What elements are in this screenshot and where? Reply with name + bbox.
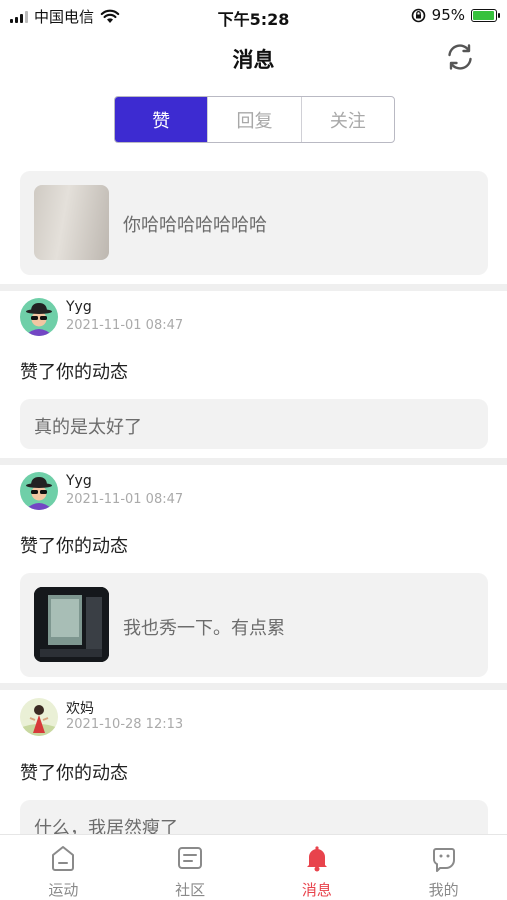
list-item[interactable]: Yyg 2021-11-01 08:47 赞了你的动态 真的是太好了 — [0, 291, 507, 458]
nav-item-mine[interactable]: 我的 — [380, 835, 507, 900]
action-text: 赞了你的动态 — [20, 362, 128, 383]
username[interactable]: Yyg — [66, 299, 92, 315]
home-icon — [52, 846, 75, 871]
username[interactable]: Yyg — [66, 473, 92, 489]
nav-item-messages[interactable]: 消息 — [254, 835, 381, 900]
quoted-post[interactable]: 我也秀一下。有点累 — [20, 573, 488, 677]
nav-label: 消息 — [301, 881, 332, 899]
tab-likes[interactable]: 赞 — [115, 97, 208, 142]
signal-icon — [10, 10, 28, 23]
nav-item-sport[interactable]: 运动 — [0, 835, 127, 900]
list-item[interactable]: 欢妈 2021-10-28 12:13 赞了你的动态 什么，我居然瘦了 — [0, 690, 507, 834]
page-title: 消息 — [232, 48, 275, 72]
bottom-nav: 运动 社区 消息 我的 — [0, 834, 507, 900]
section-divider — [0, 683, 507, 690]
nav-label: 我的 — [428, 881, 459, 899]
carrier-label: 中国电信 — [34, 8, 95, 26]
post-preview-text: 你哈哈哈哈哈哈哈 — [123, 215, 267, 236]
timestamp: 2021-11-01 08:47 — [66, 492, 184, 507]
quoted-post-text: 真的是太好了 — [34, 417, 142, 438]
post-thumbnail — [34, 587, 109, 662]
quoted-post[interactable]: 真的是太好了 — [20, 399, 488, 449]
post-thumbnail — [34, 185, 109, 260]
quoted-post-text: 什么，我居然瘦了 — [34, 818, 178, 834]
avatar[interactable] — [20, 472, 58, 510]
list-item[interactable]: Yyg 2021-11-01 08:47 赞了你的动态 我也秀一下。有点累 — [0, 465, 507, 683]
bell-icon — [306, 846, 327, 872]
quoted-post-text: 我也秀一下。有点累 — [123, 618, 285, 639]
username[interactable]: 欢妈 — [66, 698, 94, 718]
nav-item-community[interactable]: 社区 — [127, 835, 254, 900]
tab-replies[interactable]: 回复 — [207, 97, 300, 142]
nav-label: 社区 — [175, 881, 206, 899]
section-divider — [0, 284, 507, 291]
battery-charging-icon — [471, 8, 500, 22]
refresh-icon[interactable] — [443, 40, 477, 74]
timestamp: 2021-10-28 12:13 — [66, 717, 184, 732]
orientation-lock-icon — [411, 8, 425, 22]
header: 消息 — [0, 36, 507, 80]
avatar[interactable] — [20, 698, 58, 736]
avatar[interactable] — [20, 298, 58, 336]
post-preview-card[interactable]: 你哈哈哈哈哈哈哈 — [20, 171, 488, 275]
section-divider — [0, 458, 507, 465]
quoted-post[interactable]: 什么，我居然瘦了 — [20, 800, 488, 834]
message-tabs: 赞 回复 关注 — [114, 96, 395, 143]
status-bar: 中国电信 下午5:28 95% — [0, 0, 507, 32]
wifi-icon — [100, 9, 120, 23]
timestamp: 2021-11-01 08:47 — [66, 318, 184, 333]
action-text: 赞了你的动态 — [20, 536, 128, 557]
nav-label: 运动 — [48, 881, 79, 899]
action-text: 赞了你的动态 — [20, 763, 128, 784]
battery-percent: 95% — [431, 6, 465, 24]
tab-follows[interactable]: 关注 — [300, 97, 394, 142]
profile-icon — [432, 848, 455, 872]
community-icon — [178, 847, 203, 869]
